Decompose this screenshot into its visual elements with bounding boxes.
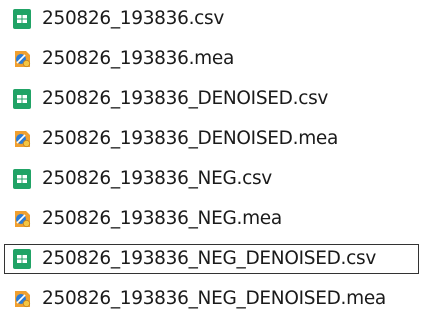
file-name: 250826_193836_DENOISED.mea <box>42 127 339 149</box>
file-row[interactable]: 250826_193836_NEG.mea <box>4 204 424 234</box>
file-name: 250826_193836_DENOISED.csv <box>42 87 329 109</box>
file-row-selected[interactable]: 250826_193836_NEG_DENOISED.csv <box>4 244 419 274</box>
mea-file-icon <box>11 288 33 310</box>
file-row[interactable]: 250826_193836_NEG_DENOISED.mea <box>4 284 424 314</box>
file-name: 250826_193836_NEG_DENOISED.mea <box>42 287 386 309</box>
file-row[interactable]: 250826_193836.csv <box>4 4 424 34</box>
mea-file-icon <box>11 128 33 150</box>
csv-file-icon <box>11 168 33 190</box>
mea-file-icon <box>11 208 33 230</box>
csv-file-icon <box>11 248 33 270</box>
file-row[interactable]: 250826_193836.mea <box>4 44 424 74</box>
file-row[interactable]: 250826_193836_DENOISED.mea <box>4 124 424 154</box>
csv-file-icon <box>11 88 33 110</box>
mea-file-icon <box>11 48 33 70</box>
file-list: 250826_193836.csv 250826_193836.mea 2508… <box>0 0 432 333</box>
file-name: 250826_193836.csv <box>42 7 225 29</box>
file-name: 250826_193836_NEG.csv <box>42 167 272 189</box>
file-row[interactable]: 250826_193836_DENOISED.csv <box>4 84 424 114</box>
csv-file-icon <box>11 8 33 30</box>
file-name: 250826_193836_NEG.mea <box>42 207 282 229</box>
file-name: 250826_193836.mea <box>42 47 235 69</box>
file-name: 250826_193836_NEG_DENOISED.csv <box>42 247 376 269</box>
file-row[interactable]: 250826_193836_NEG.csv <box>4 164 424 194</box>
